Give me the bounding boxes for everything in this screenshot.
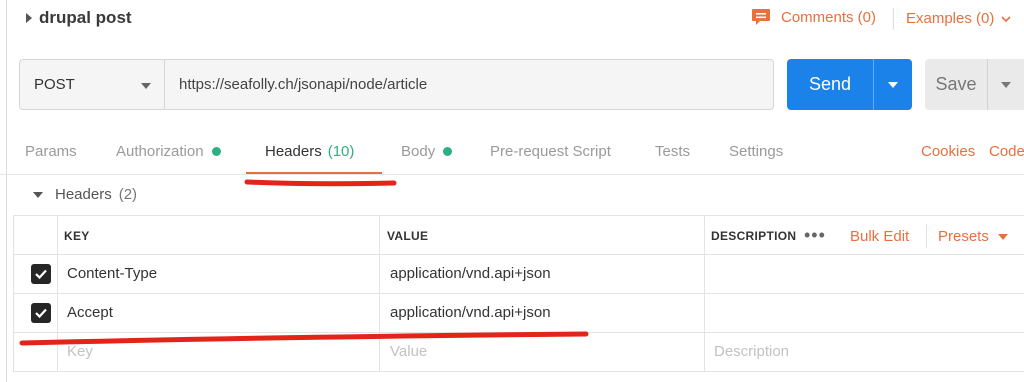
caret-right-icon[interactable] <box>26 13 32 23</box>
examples-label: Examples (0) <box>906 10 995 27</box>
request-title-row: drupal post Comments (0) Examples (0) <box>0 0 1024 42</box>
new-value-input[interactable]: Value <box>390 343 427 360</box>
request-title[interactable]: drupal post <box>39 8 132 28</box>
checkbox-checked-icon[interactable] <box>31 264 51 284</box>
left-divider <box>6 0 7 382</box>
send-button[interactable]: Send <box>787 59 873 110</box>
save-button-group: Save <box>925 59 1024 110</box>
column-header-key: KEY <box>64 229 90 243</box>
save-button[interactable]: Save <box>925 59 987 110</box>
method-select[interactable]: POST <box>20 60 165 109</box>
method-label: POST <box>34 76 75 93</box>
tab-label: Tests <box>655 143 691 160</box>
headers-section-toggle[interactable]: Headers (2) <box>33 186 137 203</box>
header-value-cell[interactable]: application/vnd.api+json <box>390 304 551 321</box>
annotation-underline <box>244 179 397 187</box>
caret-down-icon <box>33 191 43 198</box>
tab-label: Settings <box>729 143 784 160</box>
tab-pre-request-script[interactable]: Pre-request Script <box>490 143 611 160</box>
tab-body[interactable]: Body <box>401 143 453 160</box>
tab-label: Params <box>25 143 77 160</box>
new-key-input[interactable]: Key <box>67 343 93 360</box>
column-header-description: DESCRIPTION <box>711 229 797 243</box>
chevron-down-icon <box>1001 81 1011 88</box>
tab-label: Body <box>401 143 436 160</box>
tab-label: Authorization <box>116 143 204 160</box>
checkbox-checked-icon[interactable] <box>31 303 51 323</box>
presets-dropdown[interactable]: Presets <box>938 228 1008 245</box>
presets-label: Presets <box>938 228 989 245</box>
tabs-divider <box>0 174 1024 175</box>
send-options-button[interactable] <box>874 59 912 110</box>
chevron-down-icon <box>141 83 151 89</box>
checkmark-icon <box>35 308 47 319</box>
header-divider <box>893 8 894 30</box>
row-divider <box>13 293 1024 294</box>
tab-params[interactable]: Params <box>25 143 77 160</box>
tab-label: Pre-request Script <box>490 143 611 160</box>
tab-settings[interactable]: Settings <box>729 143 783 160</box>
table-header-divider <box>13 254 1024 255</box>
header-key-cell[interactable]: Accept <box>67 304 113 321</box>
request-bar: POST https://seafolly.ch/jsonapi/node/ar… <box>19 59 774 110</box>
tab-label: Headers <box>265 143 322 160</box>
url-value: https://seafolly.ch/jsonapi/node/article <box>179 76 428 93</box>
new-description-input[interactable]: Description <box>714 343 789 360</box>
column-header-value: VALUE <box>387 229 429 243</box>
section-count: (2) <box>118 186 138 203</box>
tab-tests[interactable]: Tests <box>655 143 690 160</box>
tab-headers[interactable]: Headers (10) <box>265 143 354 160</box>
chevron-down-icon <box>888 81 898 88</box>
examples-dropdown[interactable]: Examples (0) <box>906 10 1011 27</box>
status-dot-icon <box>211 147 221 156</box>
chevron-down-icon <box>997 233 1008 240</box>
header-actions-divider <box>926 224 927 248</box>
comment-icon <box>752 9 770 25</box>
bulk-edit-link[interactable]: Bulk Edit <box>850 228 909 245</box>
cookies-link[interactable]: Cookies <box>921 143 975 160</box>
column-divider <box>13 215 14 372</box>
save-options-button[interactable] <box>988 59 1024 110</box>
code-link[interactable]: Code <box>989 143 1024 160</box>
header-value-cell[interactable]: application/vnd.api+json <box>390 265 551 282</box>
tab-authorization[interactable]: Authorization <box>116 143 221 160</box>
url-input[interactable]: https://seafolly.ch/jsonapi/node/article <box>165 60 773 109</box>
comments-link[interactable]: Comments (0) <box>751 8 876 26</box>
column-divider <box>704 215 705 372</box>
comments-label: Comments (0) <box>781 8 877 26</box>
status-dot-icon <box>443 147 453 156</box>
header-key-cell[interactable]: Content-Type <box>67 265 157 282</box>
more-icon[interactable]: ••• <box>804 225 826 246</box>
row-divider <box>13 371 1024 372</box>
chevron-down-icon <box>1001 15 1011 22</box>
send-button-group: Send <box>787 59 912 110</box>
section-title: Headers <box>55 186 112 203</box>
annotation-underline <box>19 331 589 346</box>
checkmark-icon <box>35 269 47 280</box>
tab-count: (10) <box>327 143 355 160</box>
